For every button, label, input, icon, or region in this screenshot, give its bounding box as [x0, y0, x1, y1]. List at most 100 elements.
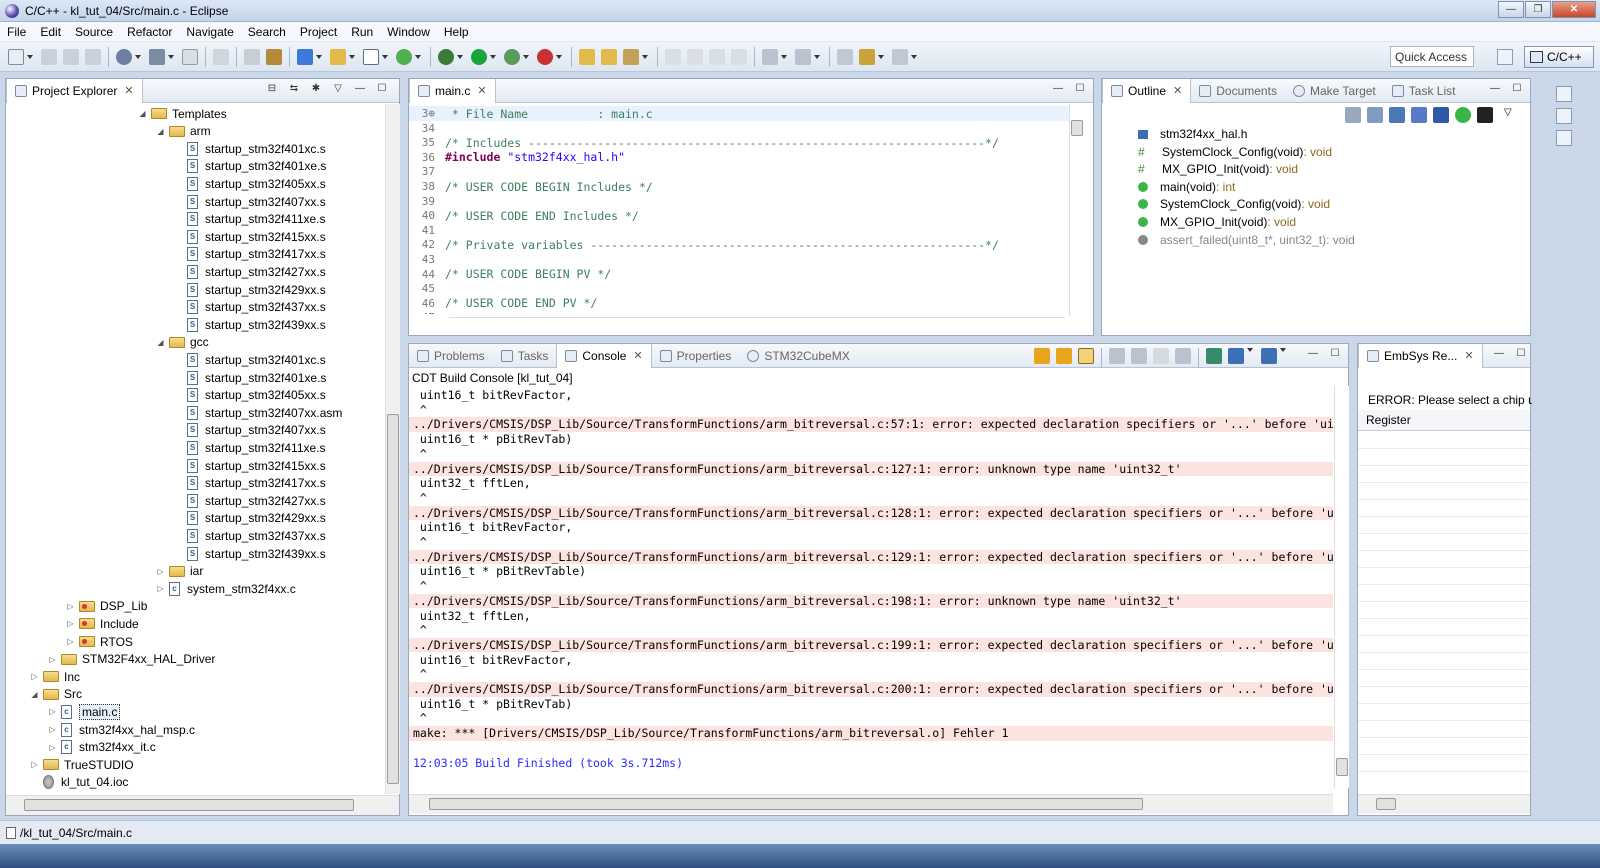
tree-file[interactable]: Sstartup_stm32f429xx.s	[174, 281, 326, 298]
code-line[interactable]: 40 /* USER CODE END Includes */	[409, 208, 1069, 223]
code-line[interactable]: 38 /* USER CODE BEGIN Includes */	[409, 179, 1069, 194]
collapse-all-icon[interactable]: ⊟	[265, 83, 279, 97]
clear-console-icon[interactable]	[1131, 348, 1147, 364]
minimize-view-icon[interactable]: —	[1492, 348, 1506, 362]
tree-file[interactable]: Sstartup_stm32f401xc.s	[174, 351, 326, 368]
tree-file[interactable]: ▷ c stm32f4xx_hal_msp.c	[48, 721, 195, 738]
view-menu-icon[interactable]: ▽	[331, 83, 345, 97]
expanded-arrow-icon[interactable]: ◢	[30, 690, 39, 699]
group-includes-icon[interactable]	[1477, 107, 1493, 123]
maximize-view-icon[interactable]: ☐	[1073, 83, 1087, 97]
hide-macros-icon[interactable]	[1455, 107, 1471, 123]
open-type-dropdown-icon[interactable]	[415, 54, 421, 59]
tree-file[interactable]: Sstartup_stm32f427xx.s	[174, 263, 326, 280]
tab-outline[interactable]: Outline ✕	[1102, 78, 1192, 103]
new-file-icon[interactable]	[363, 48, 379, 65]
debug-icon[interactable]	[438, 48, 454, 65]
tree-file[interactable]: Sstartup_stm32f439xx.s	[174, 316, 326, 333]
previous-annotation-icon[interactable]	[795, 48, 811, 65]
external-tools-dropdown-icon[interactable]	[556, 54, 562, 59]
expanded-arrow-icon[interactable]: ◢	[156, 338, 165, 347]
back-icon[interactable]	[859, 48, 875, 65]
link-with-editor-icon[interactable]: ⇆	[287, 83, 301, 97]
code-line[interactable]: 41	[409, 223, 1069, 238]
tab-tasks[interactable]: Tasks	[493, 344, 557, 368]
new-icon[interactable]	[8, 48, 24, 65]
expanded-arrow-icon[interactable]: ◢	[156, 127, 165, 136]
hide-static-members-icon[interactable]	[1411, 107, 1427, 123]
tree-folder[interactable]: ◢ Src	[30, 686, 82, 703]
menu-edit[interactable]: Edit	[33, 25, 68, 39]
tree-file[interactable]: Sstartup_stm32f417xx.s	[174, 246, 326, 263]
minimize-view-icon[interactable]: —	[353, 83, 367, 97]
cpp-perspective-button[interactable]: C/C++	[1524, 46, 1594, 68]
close-tab-icon[interactable]: ✕	[477, 84, 486, 97]
tree-file[interactable]: Sstartup_stm32f439xx.s	[174, 545, 326, 562]
tab-stm32cubemx[interactable]: STM32CubeMX	[739, 344, 857, 368]
tree-file[interactable]: Sstartup_stm32f407xx.asm	[174, 404, 342, 421]
menu-search[interactable]: Search	[241, 25, 293, 39]
code-line[interactable]: 35 /* Includes --------------------------…	[409, 135, 1069, 150]
tree-file[interactable]: Sstartup_stm32f415xx.s	[174, 228, 326, 245]
close-tab-icon[interactable]: ✕	[633, 349, 642, 362]
tab-documents[interactable]: Documents	[1191, 79, 1285, 103]
tree-file[interactable]: Sstartup_stm32f429xx.s	[174, 510, 326, 527]
menu-refactor[interactable]: Refactor	[120, 25, 179, 39]
outline-item[interactable]: # MX_GPIO_Init(void) : void	[1138, 160, 1298, 178]
minimize-view-icon[interactable]: —	[1488, 83, 1502, 97]
filter-icon[interactable]: ✱	[309, 83, 323, 97]
tree-folder[interactable]: ▷ TrueSTUDIO	[30, 756, 133, 773]
menu-help[interactable]: Help	[437, 25, 476, 39]
tree-file[interactable]: kl_tut_04.ioc	[30, 774, 128, 791]
open-element-icon[interactable]	[579, 48, 595, 65]
view-menu-icon[interactable]: ▽	[1504, 107, 1512, 123]
minimize-window-button[interactable]: —	[1498, 1, 1524, 18]
run-icon[interactable]	[471, 48, 487, 65]
code-line[interactable]: 47	[409, 310, 1069, 314]
tree-file[interactable]: Sstartup_stm32f411xe.s	[174, 211, 326, 228]
new-source-folder-icon[interactable]	[297, 48, 313, 65]
toggle-mark-occurrences-icon[interactable]	[665, 48, 681, 65]
new-console-view-dropdown-icon[interactable]	[1280, 348, 1286, 352]
tab-properties[interactable]: Properties	[652, 344, 740, 368]
sort-icon[interactable]	[1389, 107, 1405, 123]
collapsed-arrow-icon[interactable]: ▷	[66, 637, 75, 646]
new-console-view-icon[interactable]	[1261, 348, 1277, 364]
tree-folder[interactable]: ▷ RTOS	[66, 633, 132, 650]
menu-project[interactable]: Project	[293, 25, 344, 39]
scrollbar-thumb[interactable]	[1336, 758, 1348, 776]
next-annotation-icon[interactable]	[762, 48, 778, 65]
show-whitespace-icon[interactable]	[709, 48, 725, 65]
tree-file[interactable]: Sstartup_stm32f411xe.s	[174, 439, 326, 456]
code-line[interactable]: 3⊕ * File Name : main.c	[409, 106, 1069, 121]
tree-folder[interactable]: ◢ Templates	[138, 105, 226, 122]
word-wrap-icon[interactable]	[1153, 348, 1169, 364]
build-icon[interactable]	[149, 48, 165, 65]
scrollbar-thumb[interactable]	[387, 414, 399, 784]
tree-folder[interactable]: ◢ gcc	[156, 334, 208, 351]
tree-folder[interactable]: ▷ DSP_Lib	[66, 598, 147, 615]
close-tab-icon[interactable]: ✕	[1464, 349, 1473, 362]
tree-file[interactable]: Sstartup_stm32f427xx.s	[174, 492, 326, 509]
tree-folder[interactable]: ▷ Include	[66, 615, 138, 632]
code-line[interactable]: 45	[409, 281, 1069, 296]
quick-access-input[interactable]: Quick Access	[1390, 46, 1474, 67]
code-line[interactable]: 43	[409, 252, 1069, 267]
tree-file[interactable]: ▷ c stm32f4xx_it.c	[48, 739, 156, 756]
tree-folder[interactable]: ▷ iar	[156, 563, 203, 580]
console-output[interactable]: uint16_t bitRevFactor, ^ ../Drivers/CMSIS…	[409, 386, 1333, 788]
tab-main-c[interactable]: main.c ✕	[409, 78, 496, 103]
tree-folder[interactable]: ▷ Inc	[30, 668, 80, 685]
minimize-view-icon[interactable]: —	[1306, 348, 1320, 362]
close-tab-icon[interactable]: ✕	[124, 84, 133, 97]
tree-file[interactable]: Sstartup_stm32f437xx.s	[174, 527, 326, 544]
toggle-block-selection-icon[interactable]	[687, 48, 703, 65]
scroll-up-icon[interactable]	[1056, 348, 1072, 364]
tree-file[interactable]: Sstartup_stm32f437xx.s	[174, 299, 326, 316]
collapse-all-icon[interactable]	[1367, 107, 1383, 123]
new-folder-icon[interactable]	[330, 48, 346, 65]
outline-item[interactable]: # SystemClock_Config(void) : void	[1138, 143, 1332, 161]
collapsed-arrow-icon[interactable]: ▷	[156, 567, 165, 576]
tree-file[interactable]: Sstartup_stm32f417xx.s	[174, 475, 326, 492]
maximize-view-icon[interactable]: ☐	[1510, 83, 1524, 97]
